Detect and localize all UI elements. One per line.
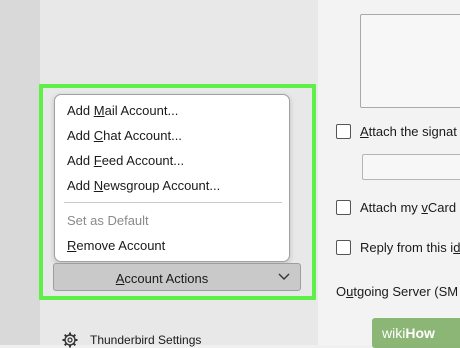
gear-icon xyxy=(62,332,78,348)
folder-pane-strip xyxy=(0,0,40,345)
signature-text-area[interactable] xyxy=(360,14,460,108)
account-actions-button[interactable]: Account Actions xyxy=(53,263,301,291)
attach-vcard-option[interactable]: Attach my vCard xyxy=(336,198,456,216)
reply-from-identity-checkbox[interactable] xyxy=(336,239,351,255)
add-newsgroup-account-item[interactable]: Add Newsgroup Account... xyxy=(67,178,220,193)
add-chat-account-item[interactable]: Add Chat Account... xyxy=(67,128,182,143)
attach-signature-option[interactable]: Attach the signat xyxy=(336,122,457,140)
add-feed-account-item[interactable]: Add Feed Account... xyxy=(67,153,184,168)
attach-vcard-label: Attach my vCard xyxy=(360,199,457,215)
thunderbird-settings-link[interactable]: Thunderbird Settings xyxy=(62,332,201,348)
reply-from-identity-label: Reply from this id xyxy=(360,239,460,255)
signature-file-field[interactable] xyxy=(362,154,460,180)
remove-account-item[interactable]: Remove Account xyxy=(67,238,165,253)
wikihow-watermark: wiki How xyxy=(372,318,460,348)
set-as-default-item: Set as Default xyxy=(67,213,149,228)
add-mail-account-item[interactable]: Add Mail Account... xyxy=(67,103,178,118)
attach-signature-checkbox[interactable] xyxy=(336,123,351,139)
account-actions-menu: Add Mail Account... Add Chat Account... … xyxy=(54,94,290,262)
menu-separator xyxy=(64,202,282,203)
outgoing-server-label: Ou tgoing Server (SM xyxy=(336,283,459,299)
reply-from-identity-option[interactable]: Reply from this id xyxy=(336,238,460,256)
account-actions-label: Account Actions xyxy=(115,271,209,286)
attach-signature-label: Attach the signat xyxy=(360,123,457,139)
chevron-down-icon xyxy=(278,273,290,280)
attach-vcard-checkbox[interactable] xyxy=(336,199,351,215)
